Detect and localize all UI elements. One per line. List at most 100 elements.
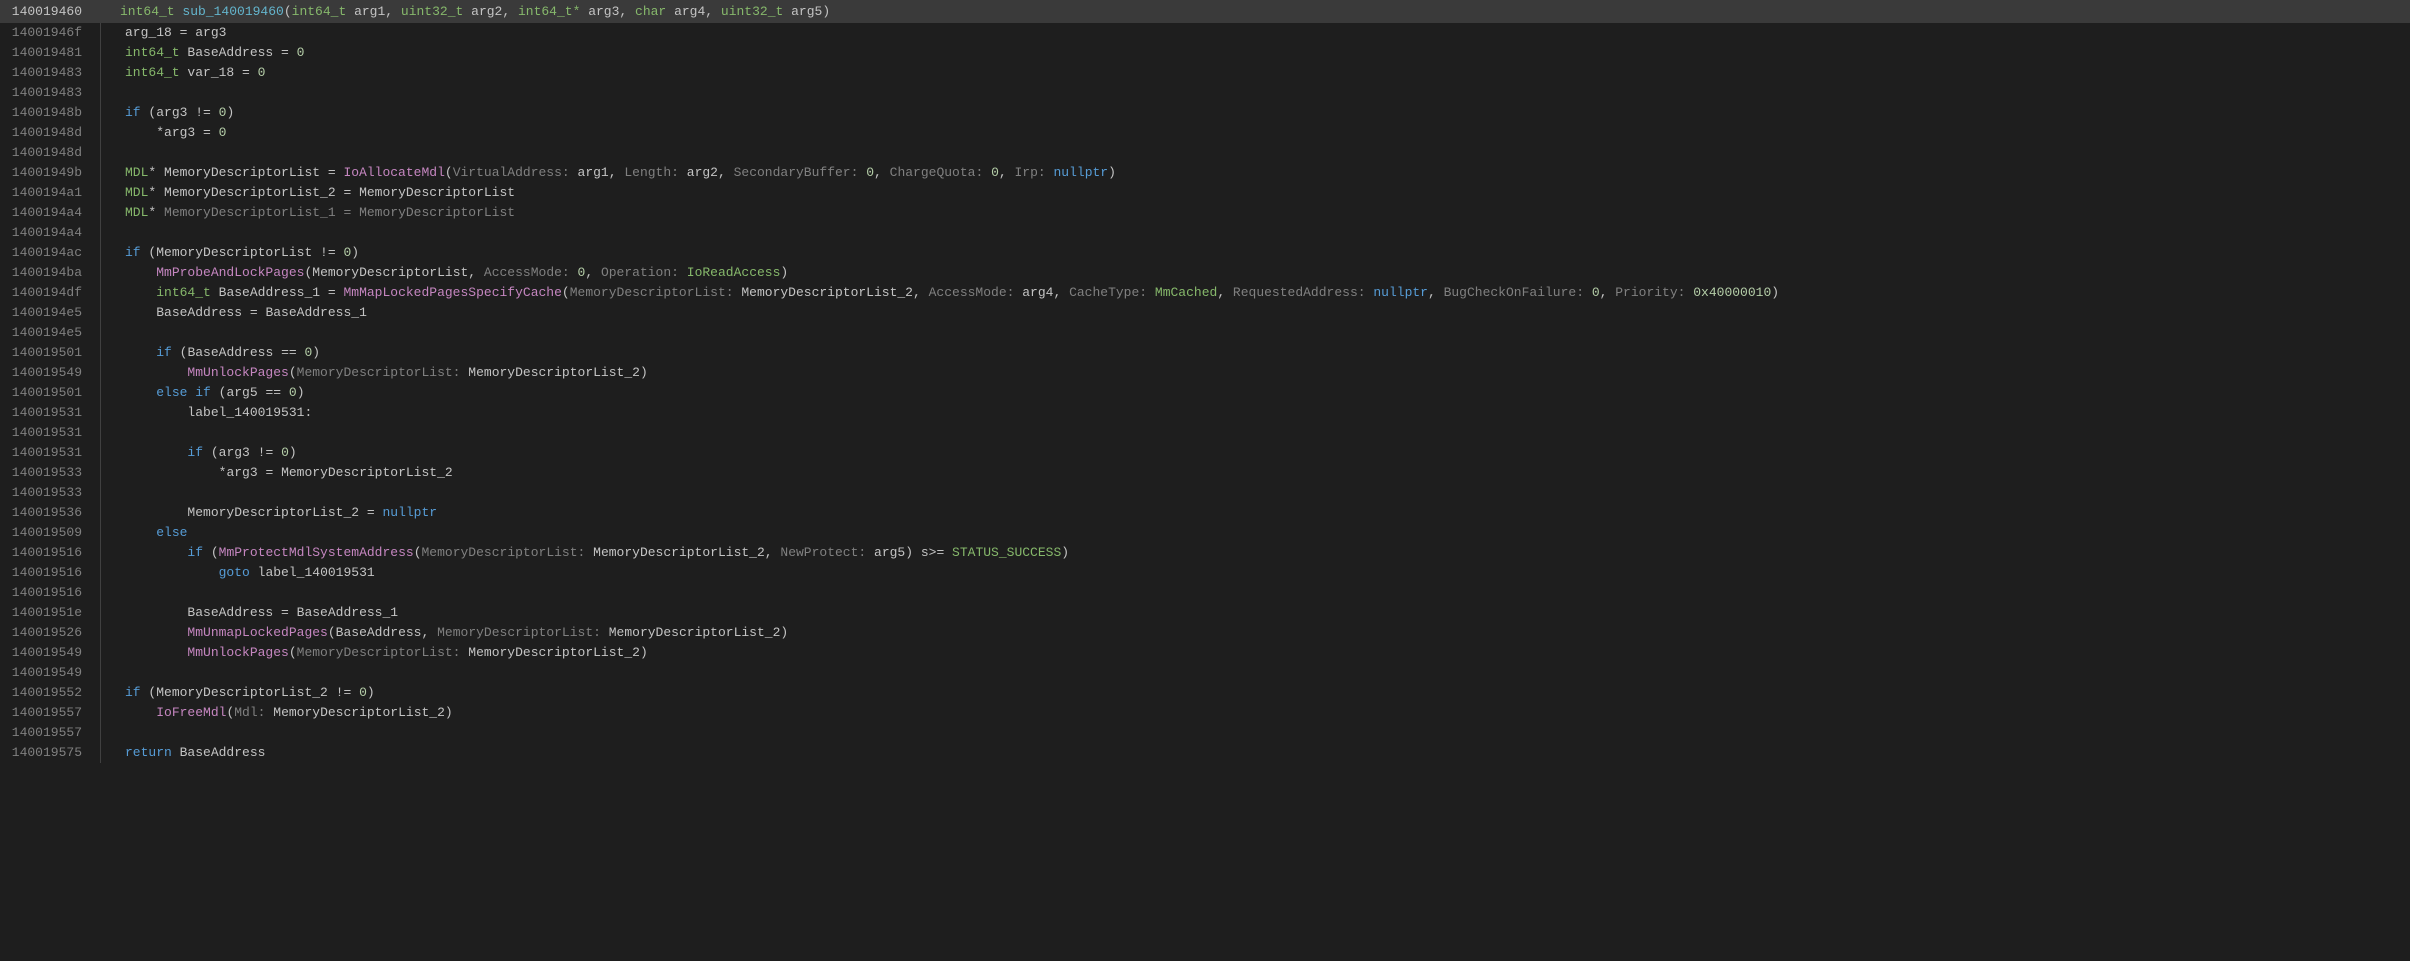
line-address[interactable]: 1400194a1: [0, 183, 100, 203]
token-call[interactable]: IoAllocateMdl: [343, 165, 444, 180]
token-keyword[interactable]: if: [187, 545, 203, 560]
line-address[interactable]: 140019509: [0, 523, 100, 543]
code-line[interactable]: 140019481int64_t BaseAddress = 0: [0, 43, 2410, 63]
token-named-arg[interactable]: MemoryDescriptorList:: [422, 545, 594, 560]
token-named-arg[interactable]: ChargeQuota:: [890, 165, 991, 180]
token-num[interactable]: 0: [281, 445, 289, 460]
code-line[interactable]: 140019536 MemoryDescriptorList_2 = nullp…: [0, 503, 2410, 523]
token-op[interactable]: ,: [765, 545, 781, 560]
header-address[interactable]: 140019460: [0, 4, 100, 19]
code-line[interactable]: 140019557 IoFreeMdl(Mdl: MemoryDescripto…: [0, 703, 2410, 723]
token-num[interactable]: 0x40000010: [1693, 285, 1771, 300]
line-content[interactable]: MmUnlockPages(MemoryDescriptorList: Memo…: [105, 643, 648, 663]
token-op[interactable]: =: [359, 505, 382, 520]
token-var[interactable]: MemoryDescriptorList_2: [156, 685, 328, 700]
token-op[interactable]: ,: [1600, 285, 1616, 300]
token-named-arg[interactable]: MemoryDescriptorList:: [570, 285, 742, 300]
token-type[interactable]: MDL: [125, 185, 148, 200]
line-address[interactable]: 1400194df: [0, 283, 100, 303]
token-op[interactable]: ) s>=: [905, 545, 952, 560]
code-line[interactable]: 140019531 if (arg3 != 0): [0, 443, 2410, 463]
code-line[interactable]: 1400194e5 BaseAddress = BaseAddress_1: [0, 303, 2410, 323]
token-call[interactable]: MmProbeAndLockPages: [156, 265, 304, 280]
token-op[interactable]: ==: [273, 345, 304, 360]
token-named-arg[interactable]: MemoryDescriptorList:: [297, 365, 469, 380]
token-num[interactable]: 0: [991, 165, 999, 180]
line-content[interactable]: [105, 663, 125, 683]
token-op[interactable]: =: [320, 165, 343, 180]
token-op[interactable]: ): [780, 625, 788, 640]
code-line[interactable]: 1400194a4MDL* MemoryDescriptorList_1 = M…: [0, 203, 2410, 223]
function-signature[interactable]: int64_t sub_140019460(int64_t arg1, uint…: [100, 4, 830, 19]
line-address[interactable]: 140019483: [0, 63, 100, 83]
token-op[interactable]: ,: [913, 285, 929, 300]
token-op[interactable]: ,: [1217, 285, 1233, 300]
token-comment-var[interactable]: MemoryDescriptorList: [359, 205, 515, 220]
token-op[interactable]: !=: [250, 445, 281, 460]
token-named-arg[interactable]: Mdl:: [234, 705, 273, 720]
line-content[interactable]: MDL* MemoryDescriptorList_1 = MemoryDesc…: [105, 203, 515, 223]
token-num[interactable]: 0: [866, 165, 874, 180]
token-comment-var[interactable]: MemoryDescriptorList_1: [164, 205, 336, 220]
code-line[interactable]: 140019557: [0, 723, 2410, 743]
token-var[interactable]: BaseAddress: [187, 45, 273, 60]
code-line[interactable]: 140019533: [0, 483, 2410, 503]
token-op[interactable]: ,: [422, 625, 438, 640]
token-type[interactable]: int64_t: [156, 285, 211, 300]
token-type[interactable]: MDL: [125, 165, 148, 180]
token-op[interactable]: (: [141, 245, 157, 260]
line-address[interactable]: 14001946f: [0, 23, 100, 43]
token-op[interactable]: ): [351, 245, 359, 260]
token-named-arg[interactable]: Length:: [624, 165, 686, 180]
token-keyword[interactable]: else if: [156, 385, 211, 400]
code-line[interactable]: 140019526 MmUnmapLockedPages(BaseAddress…: [0, 623, 2410, 643]
token-op[interactable]: *: [156, 125, 164, 140]
token-num[interactable]: 0: [297, 45, 305, 60]
line-address[interactable]: 140019501: [0, 383, 100, 403]
line-address[interactable]: 140019549: [0, 643, 100, 663]
line-content[interactable]: int64_t var_18 = 0: [105, 63, 265, 83]
line-content[interactable]: MDL* MemoryDescriptorList = IoAllocateMd…: [105, 163, 1116, 183]
line-address[interactable]: 140019549: [0, 363, 100, 383]
token-var[interactable]: BaseAddress_1: [265, 305, 366, 320]
code-line[interactable]: 140019552if (MemoryDescriptorList_2 != 0…: [0, 683, 2410, 703]
line-address[interactable]: 140019516: [0, 563, 100, 583]
token-enum[interactable]: STATUS_SUCCESS: [952, 545, 1061, 560]
token-named-arg[interactable]: MemoryDescriptorList:: [297, 645, 469, 660]
token-op[interactable]: (: [141, 685, 157, 700]
token-type[interactable]: int64_t: [125, 65, 180, 80]
line-address[interactable]: 14001951e: [0, 603, 100, 623]
line-content[interactable]: BaseAddress = BaseAddress_1: [105, 303, 367, 323]
code-line[interactable]: 1400194acif (MemoryDescriptorList != 0): [0, 243, 2410, 263]
token-op[interactable]: ): [312, 345, 320, 360]
token-op[interactable]: =: [273, 605, 296, 620]
code-line[interactable]: 140019501 else if (arg5 == 0): [0, 383, 2410, 403]
token-op[interactable]: =: [336, 185, 359, 200]
line-address[interactable]: 140019483: [0, 83, 100, 103]
decompiled-code[interactable]: 14001946farg_18 = arg3140019481int64_t B…: [0, 23, 2410, 763]
token-num[interactable]: 0: [359, 685, 367, 700]
token-op[interactable]: (: [141, 105, 157, 120]
token-var[interactable]: arg4: [1022, 285, 1053, 300]
token-var[interactable]: BaseAddress_1: [297, 605, 398, 620]
token-op[interactable]: ): [367, 685, 375, 700]
token-op[interactable]: ): [445, 705, 453, 720]
token-call[interactable]: MmProtectMdlSystemAddress: [219, 545, 414, 560]
code-line[interactable]: 140019501 if (BaseAddress == 0): [0, 343, 2410, 363]
code-line[interactable]: 140019531 label_140019531:: [0, 403, 2410, 423]
token-nullptr[interactable]: nullptr: [1054, 165, 1109, 180]
token-named-arg[interactable]: VirtualAddress:: [453, 165, 578, 180]
line-content[interactable]: [105, 223, 125, 243]
token-num[interactable]: 0: [219, 125, 227, 140]
line-address[interactable]: 140019533: [0, 483, 100, 503]
line-address[interactable]: 14001949b: [0, 163, 100, 183]
token-var[interactable]: arg3: [164, 125, 195, 140]
token-named-arg[interactable]: SecondaryBuffer:: [734, 165, 867, 180]
token-op[interactable]: =: [273, 45, 296, 60]
line-address[interactable]: 140019516: [0, 583, 100, 603]
token-keyword[interactable]: if: [125, 685, 141, 700]
token-op[interactable]: (: [414, 545, 422, 560]
token-op[interactable]: [172, 745, 180, 760]
code-line[interactable]: 140019516 goto label_140019531: [0, 563, 2410, 583]
line-address[interactable]: 140019531: [0, 423, 100, 443]
